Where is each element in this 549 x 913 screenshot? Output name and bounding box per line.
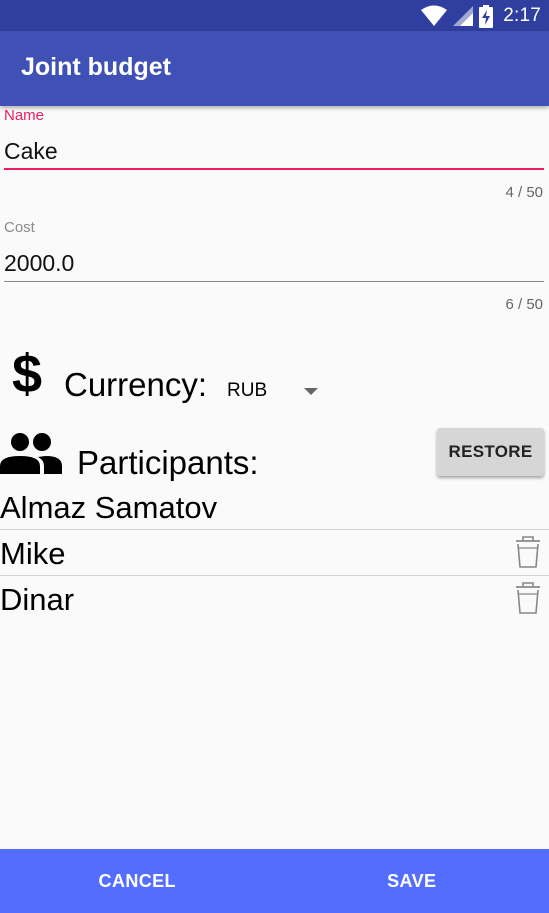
cost-field-underline bbox=[4, 281, 544, 282]
people-icon bbox=[0, 433, 62, 474]
signal-icon bbox=[453, 6, 474, 26]
cancel-button[interactable]: CANCEL bbox=[0, 849, 275, 913]
name-field[interactable]: Cake bbox=[4, 138, 58, 165]
wifi-icon bbox=[421, 5, 448, 26]
participant-name: Mike bbox=[0, 536, 66, 571]
participant-item-almaz-samatov: Almaz Samatov bbox=[0, 484, 549, 530]
currency-selected-value: RUB bbox=[227, 380, 268, 401]
participant-item-mike: Mike bbox=[0, 530, 549, 576]
participants-header: Participants: RESTORE bbox=[0, 428, 549, 488]
restore-button[interactable]: RESTORE bbox=[437, 428, 544, 476]
participant-item-dinar: Dinar bbox=[0, 576, 549, 622]
bottom-action-bar: CANCEL SAVE bbox=[0, 849, 549, 913]
trash-icon[interactable] bbox=[514, 535, 542, 569]
name-char-counter: 4 / 50 bbox=[505, 184, 543, 201]
battery-charging-icon bbox=[479, 4, 494, 28]
page-title: Joint budget bbox=[21, 53, 171, 81]
participant-name: Almaz Samatov bbox=[0, 490, 218, 525]
currency-label: Currency: bbox=[64, 366, 208, 403]
chevron-down-icon bbox=[304, 388, 318, 395]
participants-label: Participants: bbox=[77, 444, 259, 481]
name-field-underline bbox=[4, 168, 544, 170]
participant-name: Dinar bbox=[0, 582, 75, 617]
status-icons: 2:17 bbox=[421, 4, 541, 28]
status-bar: 2:17 bbox=[0, 0, 549, 31]
cost-field[interactable]: 2000.0 bbox=[4, 250, 74, 277]
save-button[interactable]: SAVE bbox=[275, 849, 549, 913]
dollar-icon: $ bbox=[12, 344, 43, 404]
cost-char-counter: 6 / 50 bbox=[505, 296, 543, 313]
app-bar: Joint budget bbox=[0, 31, 549, 106]
status-time: 2:17 bbox=[503, 5, 541, 26]
cost-field-label: Cost bbox=[4, 219, 35, 236]
trash-icon[interactable] bbox=[514, 581, 542, 615]
name-field-label: Name bbox=[4, 107, 45, 124]
currency-dropdown[interactable]: RUB bbox=[220, 373, 330, 407]
currency-row: $ Currency: RUB bbox=[0, 345, 549, 425]
